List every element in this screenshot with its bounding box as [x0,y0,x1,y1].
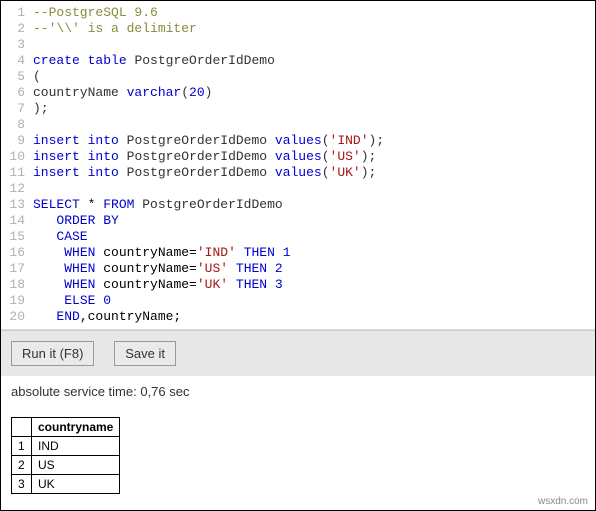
row-number-cell: 2 [12,456,32,475]
line-number-gutter: 1234567891011121314151617181920 [1,5,33,325]
line-number: 8 [1,117,25,133]
code-line[interactable]: --PostgreSQL 9.6 [33,5,595,21]
save-button[interactable]: Save it [114,341,176,366]
code-line[interactable]: SELECT * FROM PostgreOrderIdDemo [33,197,595,213]
row-number-cell: 1 [12,437,32,456]
code-line[interactable]: insert into PostgreOrderIdDemo values('U… [33,149,595,165]
row-number-cell: 3 [12,475,32,494]
status-area: absolute service time: 0,76 sec [1,376,595,407]
line-number: 2 [1,21,25,37]
code-area[interactable]: --PostgreSQL 9.6--'\\' is a delimiter cre… [33,5,595,325]
code-editor[interactable]: 1234567891011121314151617181920 --Postgr… [1,1,595,329]
code-line[interactable]: insert into PostgreOrderIdDemo values('U… [33,165,595,181]
line-number: 17 [1,261,25,277]
line-number: 4 [1,53,25,69]
code-line[interactable]: countryName varchar(20) [33,85,595,101]
line-number: 14 [1,213,25,229]
code-line[interactable] [33,117,595,133]
code-line[interactable]: END,countryName; [33,309,595,325]
line-number: 12 [1,181,25,197]
results-area: countryname 1IND2US3UK [1,407,595,504]
run-button[interactable]: Run it (F8) [11,341,94,366]
table-header-cell: countryname [32,418,120,437]
code-line[interactable]: WHEN countryName='IND' THEN 1 [33,245,595,261]
line-number: 10 [1,149,25,165]
code-line[interactable] [33,181,595,197]
code-line[interactable]: --'\\' is a delimiter [33,21,595,37]
code-line[interactable]: insert into PostgreOrderIdDemo values('I… [33,133,595,149]
line-number: 18 [1,277,25,293]
code-line[interactable]: ORDER BY [33,213,595,229]
line-number: 7 [1,101,25,117]
line-number: 15 [1,229,25,245]
line-number: 16 [1,245,25,261]
line-number: 9 [1,133,25,149]
code-line[interactable]: WHEN countryName='UK' THEN 3 [33,277,595,293]
line-number: 11 [1,165,25,181]
table-row: 2US [12,456,120,475]
watermark: wsxdn.com [538,496,588,507]
code-line[interactable]: CASE [33,229,595,245]
code-line[interactable]: ( [33,69,595,85]
code-line[interactable]: WHEN countryName='US' THEN 2 [33,261,595,277]
line-number: 3 [1,37,25,53]
code-line[interactable]: ); [33,101,595,117]
table-corner-cell [12,418,32,437]
line-number: 1 [1,5,25,21]
data-cell: UK [32,475,120,494]
line-number: 5 [1,69,25,85]
line-number: 13 [1,197,25,213]
data-cell: US [32,456,120,475]
data-cell: IND [32,437,120,456]
code-editor-container: 1234567891011121314151617181920 --Postgr… [1,1,595,330]
result-table: countryname 1IND2US3UK [11,417,120,494]
code-line[interactable] [33,37,595,53]
line-number: 20 [1,309,25,325]
table-row: 3UK [12,475,120,494]
table-row: 1IND [12,437,120,456]
controls-bar: Run it (F8) Save it [1,330,595,376]
code-line[interactable]: ELSE 0 [33,293,595,309]
code-line[interactable]: create table PostgreOrderIdDemo [33,53,595,69]
line-number: 19 [1,293,25,309]
line-number: 6 [1,85,25,101]
table-header-row: countryname [12,418,120,437]
status-text: absolute service time: 0,76 sec [11,384,189,399]
